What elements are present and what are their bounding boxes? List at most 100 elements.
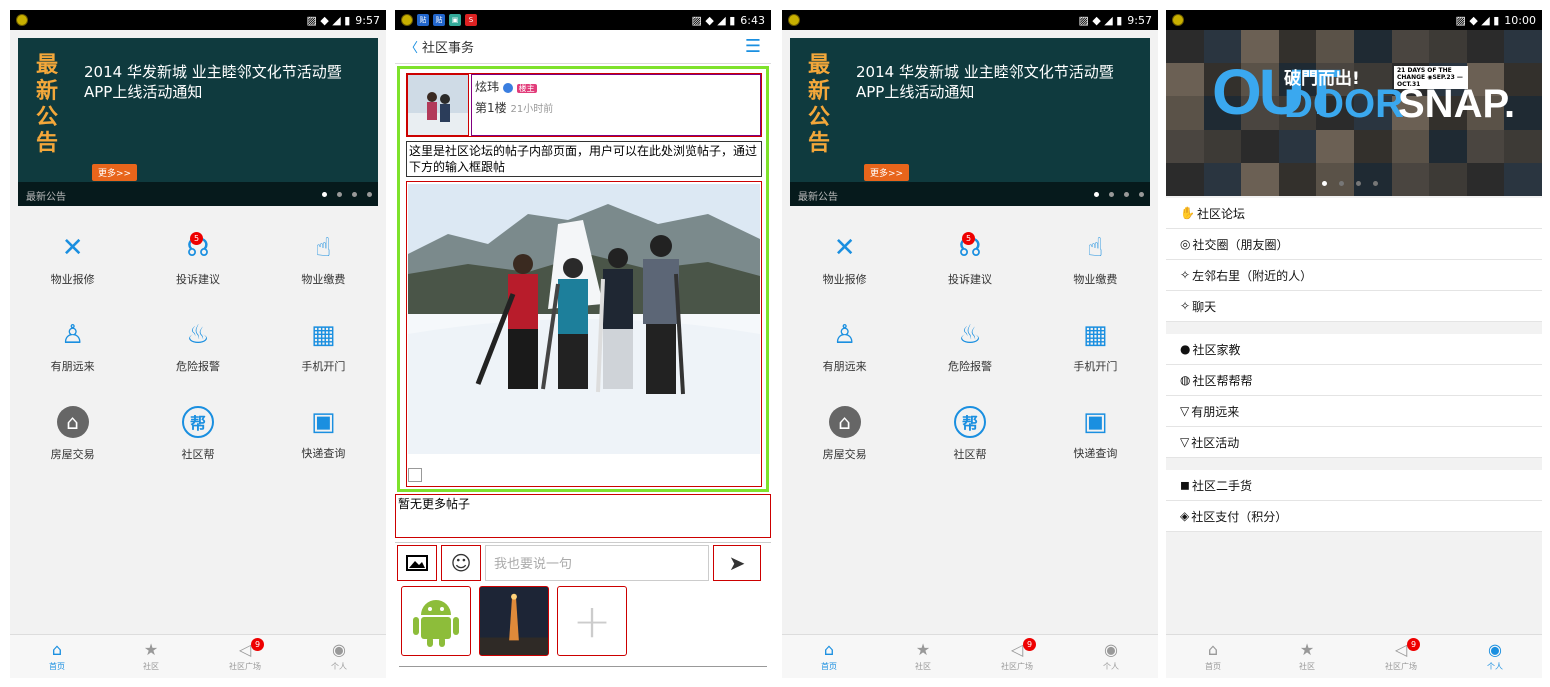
signal-icons: ▨ ◆ ◢ ▮ [1078,13,1123,27]
tab-label: 社区 [915,662,931,671]
notice-banner[interactable]: 最 新 公 告 2014 华发新城 业主睦邻文化节活动暨APP上线活动通知 更多… [790,38,1150,206]
menu-item[interactable]: ✋ 社区论坛 [1166,198,1542,229]
menu-item[interactable]: ◈ 社区支付（积分） [1166,501,1542,532]
clock: 9:57 [1127,13,1152,27]
menu-item-label: 社区论坛 [1196,206,1245,221]
menu-item[interactable]: ● 社区家教 [1166,334,1542,365]
service-box[interactable]: ▣ 快递查询 [1033,390,1158,477]
tab-square[interactable]: ◁ 9 社区广场 [970,635,1064,678]
menu-group-trade: ◼ 社区二手货 ◈ 社区支付（积分） [1166,470,1542,532]
tab-person[interactable]: ◉ 个人 [292,635,386,678]
service-headset[interactable]: ☊ 5 投诉建议 [135,216,260,303]
home-icon: ⌂ [1207,640,1219,659]
menu-item-label: 左邻右里（附近的人） [1192,268,1313,283]
service-label: 有朋远来 [50,359,95,373]
menu-item-icon: ● [1180,342,1191,356]
tab-label: 首页 [1205,662,1221,671]
tab-home[interactable]: ⌂ 首页 [1166,635,1260,678]
banner-pager[interactable] [322,192,372,197]
box-icon: ▣ [1083,406,1108,437]
menu-item[interactable]: ✧ 聊天 [1166,291,1542,322]
menu-item-icon: ▽ [1180,435,1190,449]
service-payment[interactable]: ☝ 物业缴费 [1033,216,1158,303]
menu-item[interactable]: ✧ 左邻右里（附近的人） [1166,260,1542,291]
tab-home[interactable]: ⌂ 首页 [782,635,876,678]
tab-label: 个人 [1487,662,1503,671]
tower-thumb[interactable] [479,586,549,656]
service-alarm[interactable]: ♨ 危险报警 [135,303,260,390]
unread-badge: 5 [190,232,204,245]
service-wrench[interactable]: ✕ 物业报修 [10,216,135,303]
tab-person[interactable]: ◉ 个人 [1448,635,1542,678]
tab-bar: ⌂ 首页 ★ 社区 ◁ 9 社区广场 ◉ 个人 [782,634,1158,678]
post-body: 这里是社区论坛的帖子内部页面，用户可以在此处浏览帖子，通过下方的输入框跟帖 [406,141,762,177]
verified-icon [502,82,513,93]
community-icon: ★ [915,640,931,659]
service-box[interactable]: ▣ 快递查询 [261,390,386,477]
square-icon: ◁ [1010,640,1024,659]
service-label: 物业报修 [822,272,867,286]
service-label: 投诉建议 [947,272,992,286]
headline-char: 最 [36,52,59,78]
outdoor-banner[interactable]: OUT 破門而出! DOOR SNAP. 21 DAYS OF THE CHAN… [1166,30,1542,196]
service-visitor[interactable]: ♙ 有朋远来 [782,303,907,390]
service-wrench[interactable]: ✕ 物业报修 [782,216,907,303]
tab-square[interactable]: ◁ 9 社区广场 [198,635,292,678]
more-button[interactable]: 更多>> [92,164,138,181]
post-image[interactable] [406,181,762,487]
headline-char: 公 [36,104,59,130]
post-meta: 炫玮 楼主 第1楼 21小时前 [471,74,761,136]
banner-pager[interactable] [1094,192,1144,197]
tab-community[interactable]: ★ 社区 [1260,635,1354,678]
service-label: 物业缴费 [1073,272,1118,286]
menu-item[interactable]: ◍ 社区帮帮帮 [1166,365,1542,396]
service-help[interactable]: 帮社区帮 [907,390,1032,477]
menu-item[interactable]: ▽ 社区活动 [1166,427,1542,458]
reply-input[interactable]: 我也要说一句 [485,544,709,581]
menu-item[interactable]: ◎ 社交圈（朋友圈） [1166,229,1542,260]
menu-item[interactable]: ◼ 社区二手货 [1166,470,1542,501]
service-house[interactable]: ⌂ 房屋交易 [10,390,135,477]
person-icon: ◉ [1488,640,1502,659]
send-icon[interactable]: ➤ [713,544,761,581]
menu-item-icon: ◍ [1180,373,1191,387]
author-name[interactable]: 炫玮 [475,80,499,94]
android-thumb[interactable] [401,586,471,656]
more-button[interactable]: 更多>> [864,164,910,181]
back-icon[interactable]: 〈 [405,41,418,56]
menu-item-icon: ◼ [1180,478,1190,492]
tab-person[interactable]: ◉ 个人 [1064,635,1158,678]
service-help[interactable]: 帮社区帮 [135,390,260,477]
tab-label: 社区广场 [1001,662,1033,671]
image-picker-icon[interactable] [397,544,437,581]
headline-char: 公 [808,104,831,130]
broken-image-icon [408,468,422,482]
menu-item-icon: ✧ [1180,268,1191,282]
menu-icon[interactable]: ☰ [745,36,761,57]
notice-banner[interactable]: 最 新 公 告 2014 华发新城 业主睦邻文化节活动暨APP上线活动通知 更多… [18,38,378,206]
service-alarm[interactable]: ♨ 危险报警 [907,303,1032,390]
tab-community[interactable]: ★ 社区 [876,635,970,678]
unread-badge: 9 [251,638,264,651]
service-visitor[interactable]: ♙ 有朋远来 [10,303,135,390]
banner-pager[interactable] [1322,181,1378,186]
post-detail-screen: 贴贴 ▣ S ▨ ◆ ◢ ▮ 6:43 〈社区事务 ☰ 炫玮 楼主 第1楼 21小时前… [395,10,771,678]
avatar[interactable] [407,74,469,136]
reply-placeholder: 我也要说一句 [494,557,573,572]
community-icon: ★ [143,640,159,659]
service-house[interactable]: ⌂ 房屋交易 [782,390,907,477]
tab-square[interactable]: ◁ 9 社区广场 [1354,635,1448,678]
tab-bar: ⌂ 首页 ★ 社区 ◁ 9 社区广场 ◉ 个人 [10,634,386,678]
service-qrcode[interactable]: ▦ 手机开门 [1033,303,1158,390]
emoji-icon[interactable]: ☺ [441,544,481,581]
menu-item[interactable]: ▽ 有朋远来 [1166,396,1542,427]
clock: 6:43 [740,13,765,27]
service-qrcode[interactable]: ▦ 手机开门 [261,303,386,390]
service-payment[interactable]: ☝ 物业缴费 [261,216,386,303]
menu-item-label: 社交圈（朋友圈） [1192,237,1289,252]
app-notification-icon [401,14,413,26]
tab-home[interactable]: ⌂ 首页 [10,635,104,678]
add-attachment-button[interactable]: + [557,586,627,656]
service-headset[interactable]: ☊ 5 投诉建议 [907,216,1032,303]
tab-community[interactable]: ★ 社区 [104,635,198,678]
